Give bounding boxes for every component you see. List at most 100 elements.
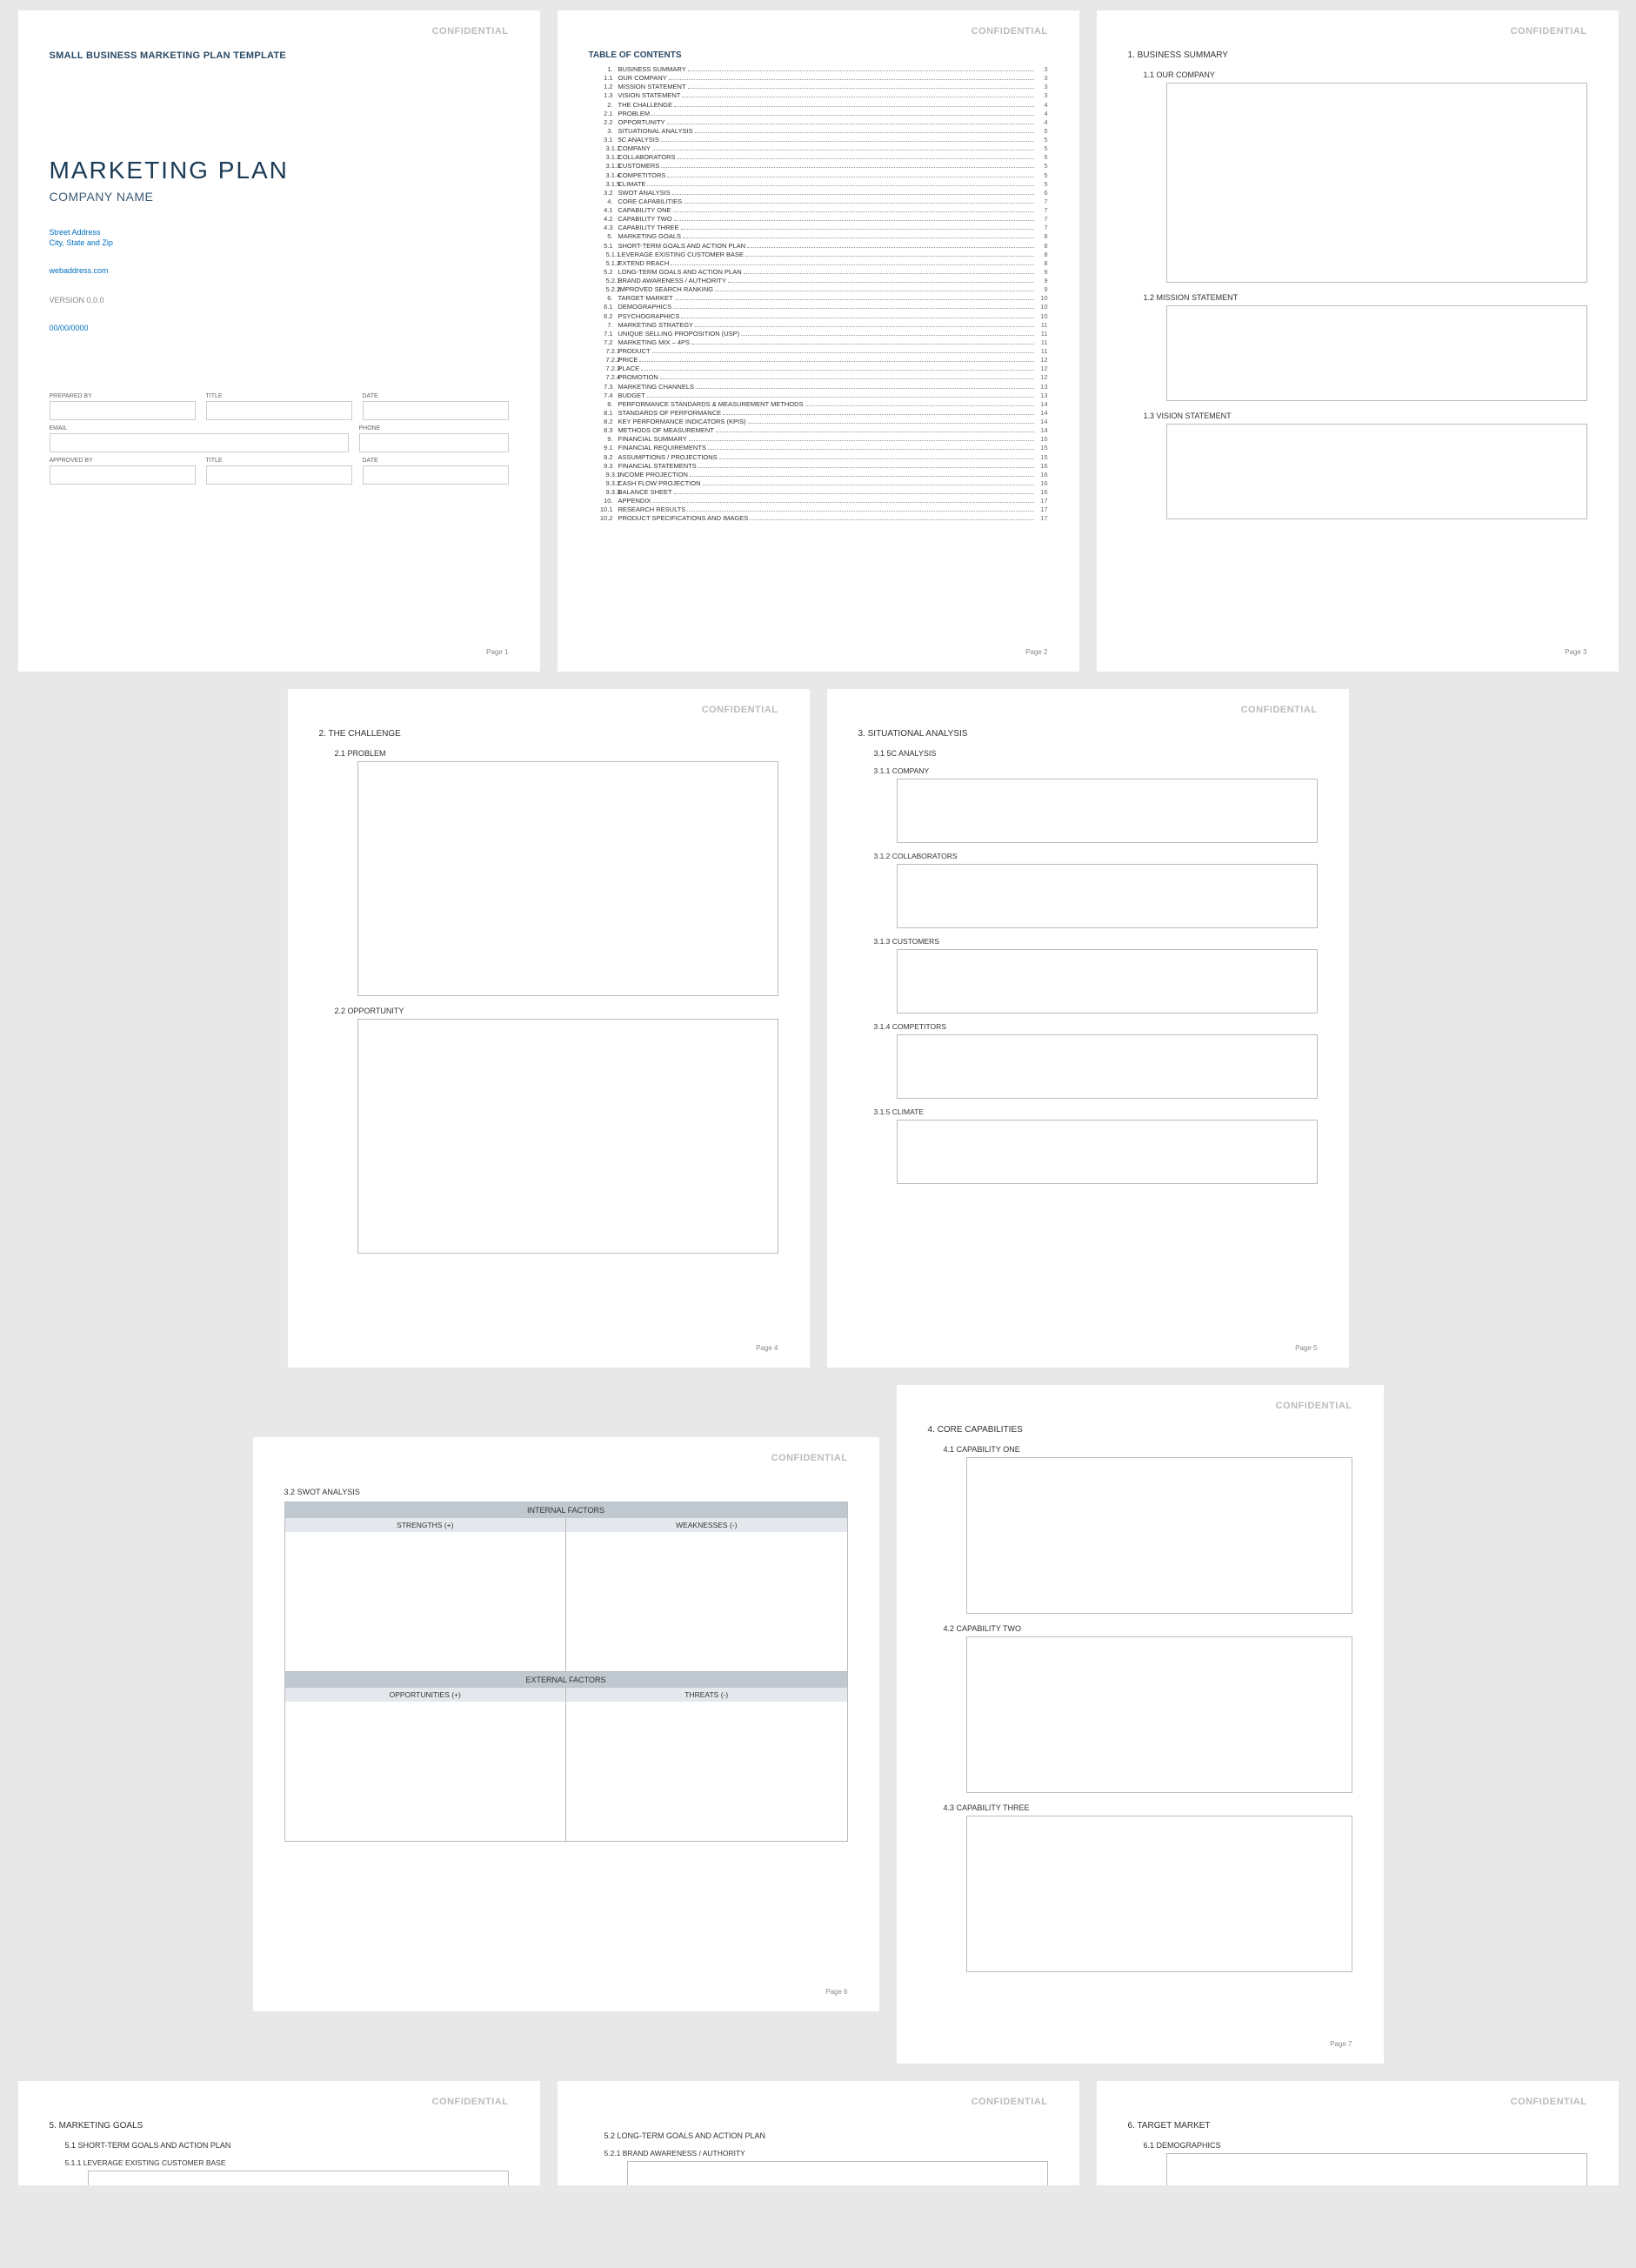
toc-row: 3.1.3CUSTOMERS5	[589, 162, 1048, 171]
toc-row: 5.1.2EXTEND REACH8	[589, 259, 1048, 268]
toc-row: 2.2OPPORTUNITY4	[589, 118, 1048, 127]
toc-row: 3.1.1COMPANY5	[589, 144, 1048, 153]
subsection-heading: 2.1 PROBLEM	[335, 749, 778, 758]
prepared-by-label: PREPARED BY	[50, 393, 196, 399]
entry-box[interactable]	[357, 761, 778, 996]
swot-weaknesses-cell[interactable]	[565, 1532, 847, 1671]
page-number: Page 5	[1295, 1344, 1317, 1352]
main-title: MARKETING PLAN	[50, 157, 509, 184]
toc-row: 4.2CAPABILITY TWO7	[589, 215, 1048, 224]
template-title: SMALL BUSINESS MARKETING PLAN TEMPLATE	[50, 50, 509, 61]
toc-row: 7.3MARKETING CHANNELS13	[589, 383, 1048, 391]
subsection-heading: 2.2 OPPORTUNITY	[335, 1007, 778, 1015]
subsubsection-heading: 5.1.1 LEVERAGE EXISTING CUSTOMER BASE	[65, 2158, 509, 2167]
swot-strengths-header: STRENGTHS (+)	[285, 1518, 566, 1532]
confidential-label: CONFIDENTIAL	[432, 26, 509, 37]
swot-threats-cell[interactable]	[565, 1702, 847, 1841]
subsubsection-heading: 3.1.1 COMPANY	[874, 766, 1318, 775]
subsection-heading: 3.2 SWOT ANALYSIS	[284, 1488, 848, 1496]
subsection-heading: 5.1 SHORT-TERM GOALS AND ACTION PLAN	[65, 2141, 509, 2150]
entry-box[interactable]	[966, 1457, 1352, 1614]
subsection-heading: 5.2 LONG-TERM GOALS AND ACTION PLAN	[604, 2131, 1048, 2140]
email-label: EMAIL	[50, 425, 349, 432]
toc-row: 8.PERFORMANCE STANDARDS & MEASUREMENT ME…	[589, 400, 1048, 409]
toc-row: 5.1.1LEVERAGE EXISTING CUSTOMER BASE8	[589, 251, 1048, 259]
entry-box[interactable]	[897, 864, 1318, 928]
address-line-2: City, State and Zip	[50, 238, 509, 247]
confidential-label: CONFIDENTIAL	[972, 26, 1048, 37]
toc-row: 10.2PRODUCT SPECIFICATIONS AND IMAGES17	[589, 514, 1048, 523]
entry-box[interactable]	[1166, 83, 1587, 283]
entry-box[interactable]	[966, 1816, 1352, 1972]
toc-list: 1.BUSINESS SUMMARY31.1OUR COMPANY31.2MIS…	[589, 65, 1048, 524]
swot-strengths-cell[interactable]	[285, 1532, 566, 1671]
page-2: CONFIDENTIAL TABLE OF CONTENTS 1.BUSINES…	[558, 10, 1079, 672]
section-heading: 5. MARKETING GOALS	[50, 2121, 509, 2131]
page-8: CONFIDENTIAL 5. MARKETING GOALS 5.1 SHOR…	[18, 2081, 540, 2185]
toc-row: 8.3METHODS OF MEASUREMENT14	[589, 426, 1048, 435]
confidential-label: CONFIDENTIAL	[1511, 2097, 1587, 2107]
page-3: CONFIDENTIAL 1. BUSINESS SUMMARY 1.1 OUR…	[1097, 10, 1619, 672]
swot-table: INTERNAL FACTORS STRENGTHS (+) WEAKNESSE…	[284, 1502, 848, 1842]
entry-box[interactable]	[897, 949, 1318, 1014]
toc-row: 7.1UNIQUE SELLING PROPOSITION (USP)11	[589, 330, 1048, 338]
toc-row: 3.1.5CLIMATE5	[589, 180, 1048, 189]
toc-row: 9.2ASSUMPTIONS / PROJECTIONS15	[589, 453, 1048, 462]
subsubsection-heading: 3.1.3 CUSTOMERS	[874, 937, 1318, 946]
date-input[interactable]	[363, 401, 509, 420]
toc-row: 2.1PROBLEM4	[589, 110, 1048, 118]
phone-input[interactable]	[359, 433, 509, 452]
page-5: CONFIDENTIAL 3. SITUATIONAL ANALYSIS 3.1…	[827, 689, 1349, 1368]
toc-row: 9.1FINANCIAL REQUIREMENTS15	[589, 444, 1048, 452]
page-9: CONFIDENTIAL 5.2 LONG-TERM GOALS AND ACT…	[558, 2081, 1079, 2185]
entry-box[interactable]	[1166, 424, 1587, 519]
entry-box[interactable]	[897, 779, 1318, 843]
toc-title: TABLE OF CONTENTS	[589, 50, 1048, 60]
toc-row: 4.CORE CAPABILITIES7	[589, 197, 1048, 206]
approved-by-input[interactable]	[50, 465, 196, 485]
section-heading: 4. CORE CAPABILITIES	[928, 1425, 1352, 1435]
page-number: Page 2	[1025, 648, 1047, 656]
entry-box[interactable]	[1166, 305, 1587, 401]
swot-external-header: EXTERNAL FACTORS	[285, 1671, 847, 1688]
toc-row: 5.2.1BRAND AWARENESS / AUTHORITY9	[589, 277, 1048, 285]
toc-row: 1.3VISION STATEMENT3	[589, 91, 1048, 100]
subsubsection-heading: 3.1.5 CLIMATE	[874, 1107, 1318, 1116]
toc-row: 7.2MARKETING MIX – 4Ps11	[589, 338, 1048, 347]
entry-box[interactable]	[897, 1034, 1318, 1099]
entry-box[interactable]	[357, 1019, 778, 1254]
page-number: Page 6	[825, 1988, 847, 1996]
entry-box[interactable]	[88, 2171, 509, 2185]
swot-weaknesses-header: WEAKNESSES (-)	[565, 1518, 847, 1532]
section-heading: 6. TARGET MARKET	[1128, 2121, 1587, 2131]
swot-internal-header: INTERNAL FACTORS	[285, 1502, 847, 1518]
toc-row: 3.15C ANALYSIS5	[589, 136, 1048, 144]
date-label-2: DATE	[363, 458, 509, 464]
entry-box[interactable]	[966, 1636, 1352, 1793]
page-number: Page 7	[1330, 2040, 1352, 2048]
toc-row: 3.1.2COLLABORATORS5	[589, 153, 1048, 162]
page-number: Page 1	[486, 648, 508, 656]
title-input[interactable]	[206, 401, 352, 420]
toc-row: 3.SITUATIONAL ANALYSIS5	[589, 127, 1048, 136]
company-name: COMPANY NAME	[50, 190, 509, 204]
section-heading: 1. BUSINESS SUMMARY	[1128, 50, 1587, 60]
entry-box[interactable]	[1166, 2153, 1587, 2185]
toc-row: 9.3.1INCOME PROJECTION16	[589, 471, 1048, 479]
entry-box[interactable]	[627, 2161, 1048, 2185]
email-input[interactable]	[50, 433, 349, 452]
toc-row: 7.2.2PRICE12	[589, 356, 1048, 365]
toc-row: 4.3CAPABILITY THREE7	[589, 224, 1048, 232]
swot-opportunities-cell[interactable]	[285, 1702, 566, 1841]
confidential-label: CONFIDENTIAL	[1241, 705, 1318, 715]
date-input-2[interactable]	[363, 465, 509, 485]
title-input-2[interactable]	[206, 465, 352, 485]
prepared-by-input[interactable]	[50, 401, 196, 420]
swot-threats-header: THREATS (-)	[565, 1688, 847, 1702]
version-label: VERSION 0.0.0	[50, 296, 509, 304]
entry-box[interactable]	[897, 1120, 1318, 1184]
page-number: Page 3	[1565, 648, 1586, 656]
toc-row: 9.FINANCIAL SUMMARY15	[589, 435, 1048, 444]
toc-row: 1.BUSINESS SUMMARY3	[589, 65, 1048, 74]
toc-row: 1.2MISSION STATEMENT3	[589, 83, 1048, 91]
